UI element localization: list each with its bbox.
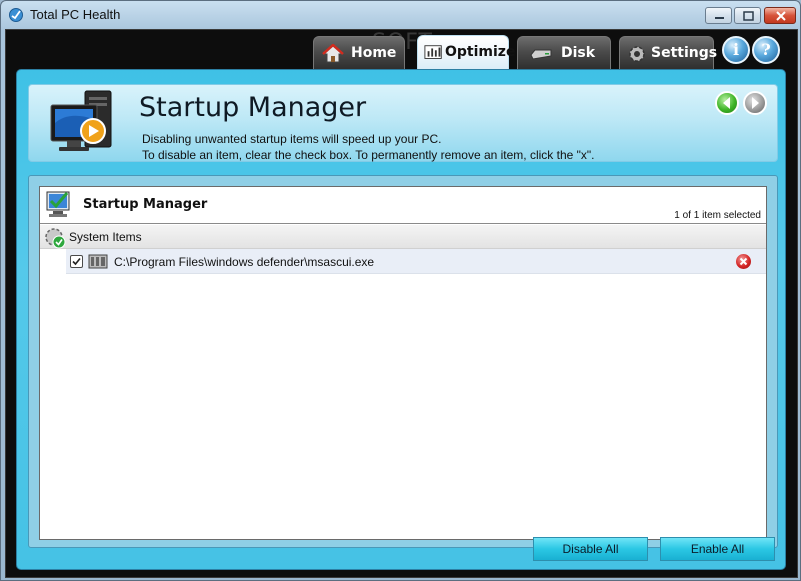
maximize-icon [743, 11, 754, 21]
info-button[interactable]: i [722, 36, 750, 64]
startup-list-frame: Startup Manager 1 of 1 item selected Sys… [28, 175, 778, 548]
app-area: SOFT Home Optimize Disk [5, 29, 798, 578]
app-window: Total PC Health SOFT Home O [0, 0, 801, 581]
page-title: Startup Manager [139, 92, 367, 123]
minimize-button[interactable] [705, 7, 732, 24]
tab-home-label: Home [351, 45, 397, 61]
list-item[interactable]: C:\Program Files\windows defender\msascu… [66, 249, 766, 274]
remove-x-icon [739, 257, 748, 266]
settings-icon [629, 46, 645, 62]
close-button[interactable] [764, 7, 796, 24]
item-checkbox[interactable] [70, 255, 83, 268]
checkmark-icon [72, 257, 81, 266]
description-line-1: Disabling unwanted startup items will sp… [142, 132, 442, 146]
page-header: Startup Manager Disabling unwanted start… [28, 84, 778, 162]
remove-item-button[interactable] [736, 254, 751, 269]
close-icon [776, 11, 786, 21]
optimize-icon [424, 45, 442, 59]
maximize-button[interactable] [734, 7, 761, 24]
forward-button[interactable] [743, 91, 767, 115]
minimize-icon [715, 17, 724, 19]
page-description: Disabling unwanted startup items will sp… [142, 131, 595, 163]
window-title: Total PC Health [30, 7, 121, 22]
back-button[interactable] [715, 91, 739, 115]
title-bar: Total PC Health [1, 1, 800, 29]
tab-optimize[interactable]: Optimize [417, 35, 515, 71]
app-logo-icon [9, 8, 23, 22]
list-header: Startup Manager 1 of 1 item selected [40, 187, 766, 224]
program-icon [88, 254, 108, 269]
tab-settings[interactable]: Settings [619, 36, 718, 69]
group-label: System Items [69, 230, 142, 244]
tab-optimize-label: Optimize [445, 44, 516, 60]
content-panel: Startup Manager Disabling unwanted start… [16, 69, 786, 570]
enable-all-button[interactable]: Enable All [660, 537, 775, 561]
group-row-system-items[interactable]: System Items [40, 225, 766, 249]
system-items-icon [45, 228, 66, 249]
startup-list: Startup Manager 1 of 1 item selected Sys… [39, 186, 767, 540]
list-title: Startup Manager [83, 197, 208, 212]
help-button[interactable]: ? [752, 36, 780, 64]
disk-icon [530, 49, 552, 60]
disable-all-button[interactable]: Disable All [533, 537, 648, 561]
home-icon [322, 44, 344, 63]
startup-manager-icon [50, 90, 112, 151]
back-arrow-icon [723, 97, 730, 109]
forward-arrow-icon [752, 97, 759, 109]
tab-disk-label: Disk [561, 45, 596, 61]
item-path: C:\Program Files\windows defender\msascu… [114, 255, 375, 269]
description-line-2: To disable an item, clear the check box.… [142, 148, 595, 162]
tab-disk[interactable]: Disk [517, 36, 611, 69]
tab-home[interactable]: Home [313, 36, 405, 69]
tab-settings-label: Settings [651, 45, 718, 61]
monitor-check-icon [46, 191, 70, 217]
selection-count: 1 of 1 item selected [674, 210, 761, 221]
